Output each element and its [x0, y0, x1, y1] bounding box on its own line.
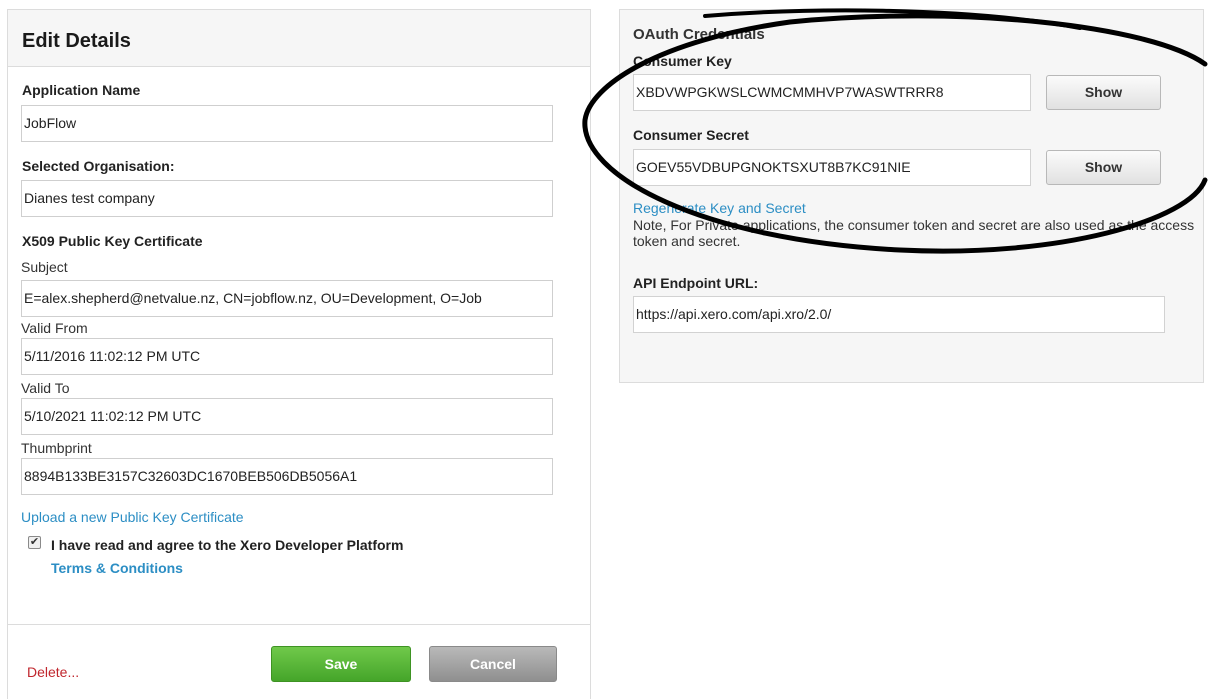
oauth-credentials-panel: OAuth Credentials Consumer Key XBDVWPGKW… — [619, 9, 1204, 383]
valid-to-field[interactable]: 5/10/2021 11:02:12 PM UTC — [21, 398, 553, 435]
valid-to-label: Valid To — [21, 380, 70, 396]
consumer-key-label: Consumer Key — [633, 53, 732, 69]
upload-certificate-link[interactable]: Upload a new Public Key Certificate — [21, 509, 244, 525]
save-button[interactable]: Save — [271, 646, 411, 682]
show-consumer-key-button[interactable]: Show — [1046, 75, 1161, 110]
thumbprint-field[interactable]: 8894B133BE3157C32603DC1670BEB506DB5056A1 — [21, 458, 553, 495]
api-endpoint-label: API Endpoint URL: — [633, 275, 759, 291]
oauth-title: OAuth Credentials — [633, 26, 765, 43]
organisation-label: Selected Organisation: — [22, 158, 175, 174]
cancel-button[interactable]: Cancel — [429, 646, 557, 682]
valid-from-field[interactable]: 5/11/2016 11:02:12 PM UTC — [21, 338, 553, 375]
page-title: Edit Details — [22, 30, 131, 52]
thumbprint-label: Thumbprint — [21, 440, 92, 456]
regenerate-key-link[interactable]: Regenerate Key and Secret — [633, 200, 806, 216]
terms-conditions-link[interactable]: Terms & Conditions — [51, 560, 183, 576]
private-app-note: Note, For Private applications, the cons… — [633, 217, 1195, 249]
edit-details-panel: Edit Details Application Name JobFlow Se… — [7, 9, 591, 700]
subject-label: Subject — [21, 259, 68, 275]
organisation-field[interactable]: Dianes test company — [21, 180, 553, 217]
certificate-heading: X509 Public Key Certificate — [22, 233, 203, 249]
consumer-secret-field[interactable]: GOEV55VDBUPGNOKTSXUT8B7KC91NIE — [633, 149, 1031, 186]
agree-checkbox[interactable]: ✔ — [28, 536, 41, 549]
application-name-label: Application Name — [22, 82, 141, 98]
consumer-secret-label: Consumer Secret — [633, 127, 749, 143]
show-consumer-secret-button[interactable]: Show — [1046, 150, 1161, 185]
application-name-input[interactable]: JobFlow — [21, 105, 553, 142]
delete-link[interactable]: Delete... — [27, 664, 79, 680]
edit-details-header: Edit Details — [8, 10, 590, 67]
edit-details-footer: Delete... Save Cancel — [8, 624, 590, 700]
agree-label: I have read and agree to the Xero Develo… — [51, 537, 404, 553]
api-endpoint-field[interactable]: https://api.xero.com/api.xro/2.0/ — [633, 296, 1165, 333]
subject-field[interactable]: E=alex.shepherd@netvalue.nz, CN=jobflow.… — [21, 280, 553, 317]
valid-from-label: Valid From — [21, 320, 88, 336]
consumer-key-field[interactable]: XBDVWPGKWSLCWMCMMHVP7WASWTRRR8 — [633, 74, 1031, 111]
